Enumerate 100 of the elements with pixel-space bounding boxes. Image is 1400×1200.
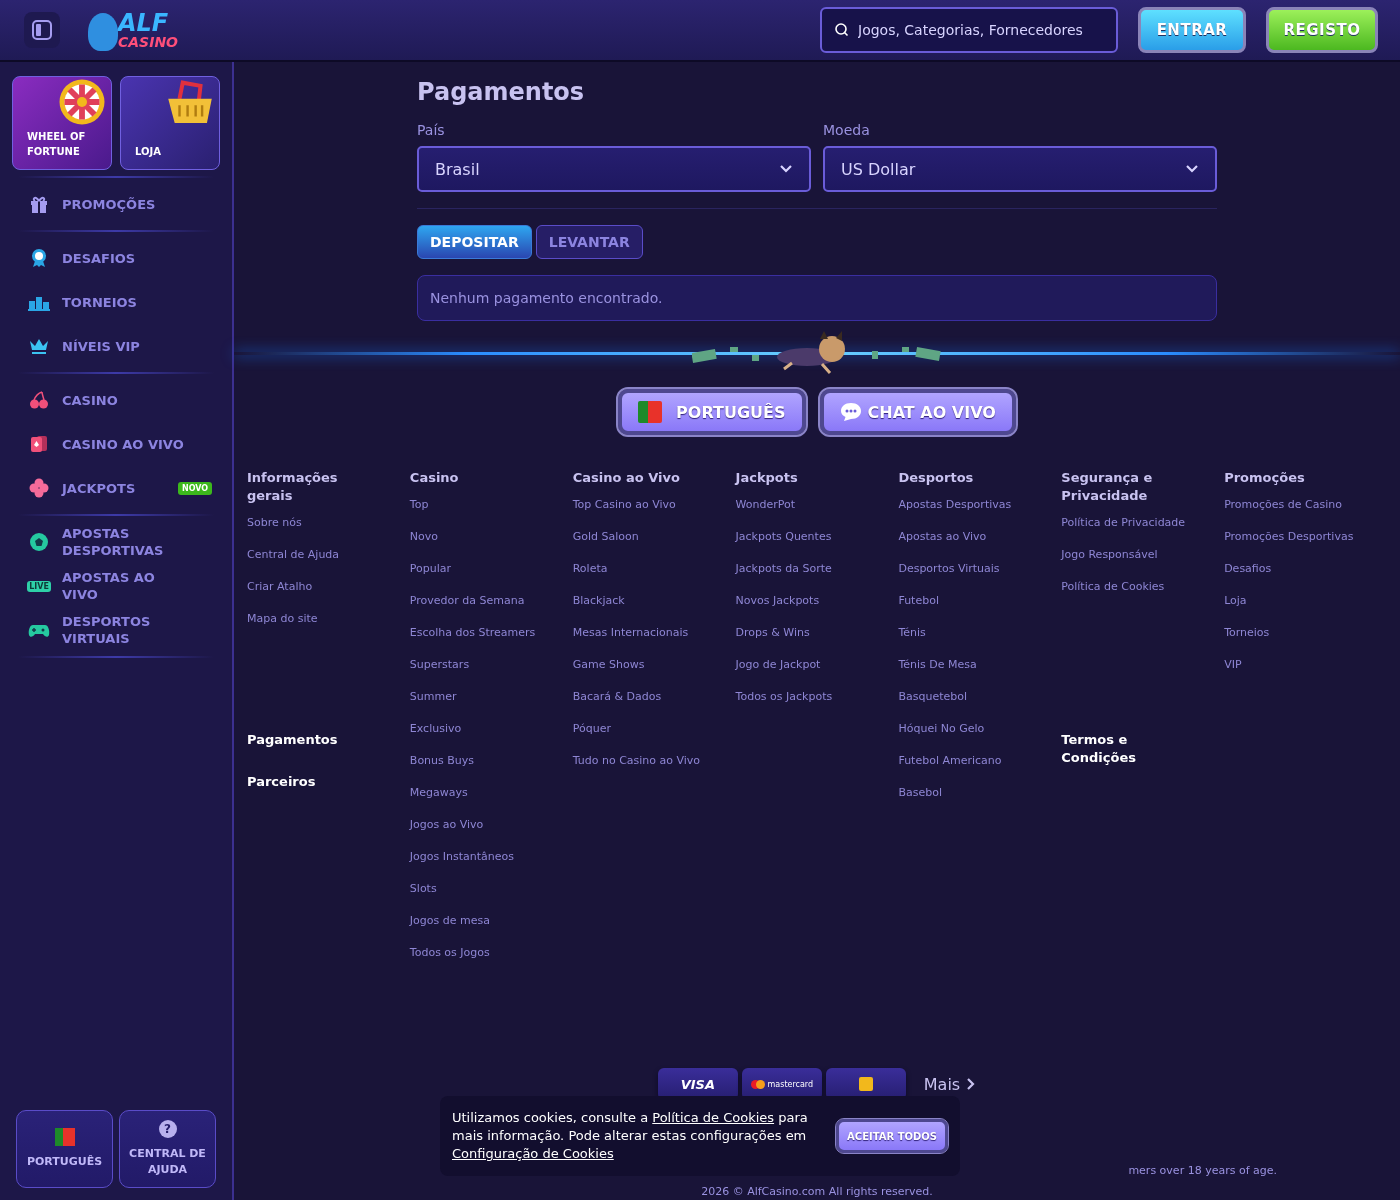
footer-link[interactable]: Novo [409,525,540,557]
sidebar-item[interactable]: DESPORTOS VIRTUAIS [12,608,220,652]
footer-heading: Promoções [1224,469,1306,487]
footer-link[interactable]: Póquer [572,717,703,749]
footer-link[interactable]: Pagamentos [247,731,337,749]
select-field[interactable]: Brasil [417,146,811,192]
footer-link[interactable]: Bonus Buys [409,749,540,781]
sidebar-item[interactable]: DESAFIOS [12,236,220,280]
footer-link[interactable]: Futebol [898,589,1029,621]
footer-link[interactable]: Desportos Virtuais [898,557,1029,589]
sidebar-item-label: CASINO AO VIVO [62,435,185,453]
language-button[interactable]: PORTUGUÊS [16,1110,113,1188]
flag-icon [54,1128,75,1146]
footer-link[interactable]: Jogo de Jackpot [735,653,866,685]
cookie-settings-link[interactable]: Configuração de Cookies [452,1146,614,1161]
footer-link[interactable]: Termos e Condições [1061,731,1152,767]
footer-link[interactable]: Top [409,493,540,525]
footer-link[interactable]: Desafios [1224,557,1355,589]
live-icon: LIVE [27,580,51,592]
footer-link[interactable]: Tudo no Casino ao Vivo [572,749,703,781]
footer-link[interactable]: Sobre nós [247,511,377,543]
footer-link[interactable]: Roleta [572,557,703,589]
sidebar-item-label: DESAFIOS [62,249,137,267]
sidebar-toggle-button[interactable] [24,12,60,48]
more-link[interactable]: Mais [923,1074,977,1094]
select-field[interactable]: US Dollar [823,146,1217,192]
sidebar-item[interactable]: PROMOÇÕES [12,182,220,226]
sidebar-item[interactable]: CASINO [12,378,220,422]
help-center-button[interactable]: ? CENTRAL DE AJUDA [119,1110,216,1188]
footer-link[interactable]: WonderPot [735,493,866,525]
footer-link[interactable]: Promoções Desportivas [1224,525,1355,557]
footer-link[interactable]: Jogos Instantâneos [409,845,540,877]
footer-link[interactable]: Blackjack [572,589,703,621]
footer-link[interactable]: Jackpots Quentes [735,525,866,557]
field-label: Moeda [823,122,871,138]
footer-link[interactable]: Todos os Jogos [409,941,540,973]
footer-link[interactable]: Game Shows [572,653,703,685]
sidebar-item-label: DESPORTOS VIRTUAIS [62,613,152,647]
footer-link[interactable]: Central de Ajuda [247,543,377,575]
logo[interactable]: ALF CASINO [88,11,179,49]
footer-link[interactable]: Apostas Desportivas [898,493,1029,525]
medal-icon [29,248,49,268]
flag-icon [638,401,663,423]
promo-card[interactable]: WHEEL OF FORTUNE [12,76,112,170]
footer-link[interactable]: Escolha dos Streamers [409,621,540,653]
footer-link[interactable]: Provedor da Semana [409,589,540,621]
footer-link[interactable]: Exclusivo [409,717,540,749]
footer-link[interactable]: Drops & Wins [735,621,866,653]
soccer-ball-icon [29,532,49,552]
footer-link[interactable]: Basquetebol [898,685,1029,717]
footer-link[interactable]: Jackpots da Sorte [735,557,866,589]
footer-link[interactable]: Bacará & Dados [572,685,703,717]
footer-link[interactable]: Novos Jackpots [735,589,866,621]
footer-link[interactable]: Ténis [898,621,1029,653]
footer-heading: Segurança e Privacidade [1061,469,1154,505]
footer-link[interactable]: Slots [409,877,540,909]
footer-link[interactable]: Promoções de Casino [1224,493,1355,525]
sidebar-item-label: CASINO [62,391,119,409]
promo-label: LOJA [135,145,162,159]
sidebar-item[interactable]: NÍVEIS VIP [12,324,220,368]
footer-link[interactable]: Jogos ao Vivo [409,813,540,845]
search-field[interactable]: Jogos, Categorias, Fornecedores [820,7,1118,53]
footer-link[interactable]: Gold Saloon [572,525,703,557]
footer-link[interactable]: Basebol [898,781,1029,813]
footer-link[interactable]: Ténis De Mesa [898,653,1029,685]
footer-link[interactable]: Parceiros [247,773,337,791]
footer-link[interactable]: Megaways [409,781,540,813]
footer-link[interactable]: Hóquei No Gelo [898,717,1029,749]
tab[interactable]: DEPOSITAR [417,225,532,259]
sidebar-item[interactable]: LIVE APOSTAS AO VIVO [12,564,220,608]
sidebar-item[interactable]: APOSTAS DESPORTIVAS [12,520,220,564]
footer-link[interactable]: Todos os Jackpots [735,685,866,717]
gift-icon [29,194,49,214]
footer-link[interactable]: Torneios [1224,621,1355,653]
new-badge: NOVO [178,481,213,495]
sidebar-item-label: TORNEIOS [62,293,138,311]
footer-link[interactable]: Jogo Responsável [1061,543,1192,575]
footer-link[interactable]: Jogos de mesa [409,909,540,941]
promo-card[interactable]: LOJA [120,76,220,170]
footer-link[interactable]: Popular [409,557,540,589]
cherry-icon [29,390,49,410]
tab[interactable]: LEVANTAR [535,225,643,259]
footer-link[interactable]: Mapa do site [247,607,377,639]
sidebar-item-label: APOSTAS AO VIVO [62,569,156,603]
footer-link[interactable]: VIP [1224,653,1355,685]
footer-link[interactable]: Futebol Americano [898,749,1029,781]
footer-link[interactable]: Criar Atalho [247,575,377,607]
footer-link[interactable]: Top Casino ao Vivo [572,493,703,525]
footer-link[interactable]: Política de Cookies [1061,575,1192,607]
footer-link[interactable]: Apostas ao Vivo [898,525,1029,557]
sidebar-item-label: NÍVEIS VIP [62,337,141,355]
sidebar-item[interactable]: CASINO AO VIVO [12,422,220,466]
sidebar-item[interactable]: JACKPOTS NOVO [12,466,220,510]
footer-link[interactable]: Mesas Internacionais [572,621,703,653]
cookie-policy-link[interactable]: Política de Cookies [652,1110,775,1125]
footer-link[interactable]: Summer [409,685,540,717]
footer-link[interactable]: Loja [1224,589,1355,621]
sidebar-item[interactable]: TORNEIOS [12,280,220,324]
footer-link[interactable]: Superstars [409,653,540,685]
footer-link[interactable]: Política de Privacidade [1061,511,1192,543]
